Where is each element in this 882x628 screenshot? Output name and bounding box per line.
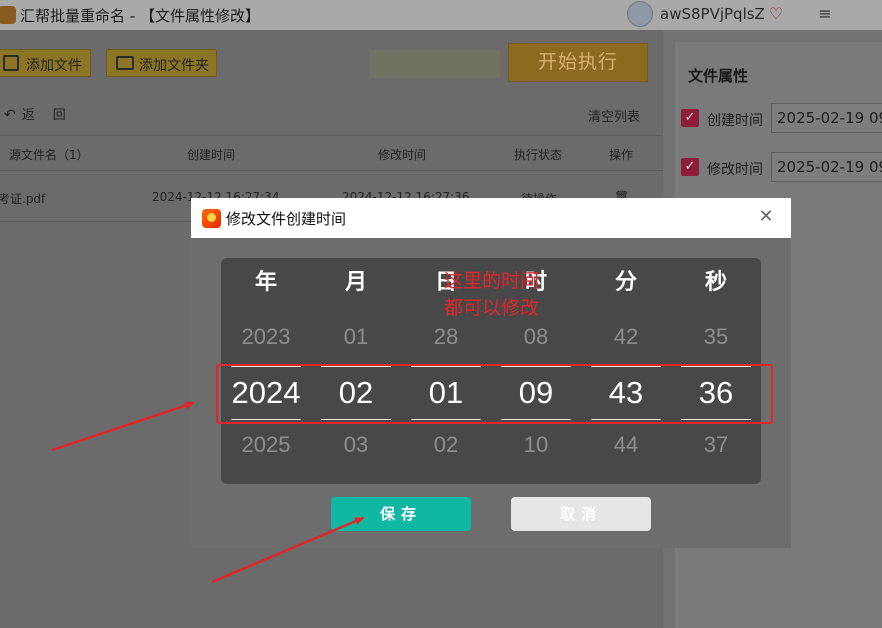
second-next[interactable]: 37 [671, 432, 761, 458]
annotation-note: 这里的时间都可以修改 [444, 270, 540, 319]
file-add-icon [3, 55, 19, 71]
year-header: 年 [254, 270, 277, 295]
add-file-button[interactable]: 添加文件 [0, 49, 91, 77]
app-title: 汇帮批量重命名 - 【文件属性修改】 [20, 7, 260, 25]
modified-time-checkbox[interactable]: ✓ [681, 158, 699, 176]
add-file-label: 添加文件 [26, 58, 82, 74]
hour-prev[interactable]: 08 [491, 324, 581, 350]
minute-header: 分 [614, 270, 637, 295]
title-bar: 汇帮批量重命名 - 【文件属性修改】 awS8PVjPqlsZ ♡ ≡ [0, 0, 882, 30]
created-time-field[interactable]: 2025-02-19 09 [771, 103, 882, 133]
day-next[interactable]: 02 [401, 432, 491, 458]
second-header: 秒 [704, 270, 727, 295]
minute-prev[interactable]: 42 [581, 324, 671, 350]
created-time-checkbox[interactable]: ✓ [681, 109, 699, 127]
dialog-app-icon [202, 209, 221, 228]
year-prev[interactable]: 2023 [221, 324, 311, 350]
back-label: 返 [21, 108, 35, 123]
year-next[interactable]: 2025 [221, 432, 311, 458]
save-button[interactable]: 保存 [331, 497, 471, 531]
dialog-title: 修改文件创建时间 [226, 210, 347, 228]
user-avatar[interactable] [627, 1, 653, 27]
table-header: 源文件名（1） 创建时间 修改时间 执行状态 操作 [0, 135, 663, 171]
highlight-box [216, 364, 773, 424]
user-name[interactable]: awS8PVjPqlsZ [660, 5, 765, 23]
clear-list-button[interactable]: 清空列表 [588, 106, 640, 125]
hint-strip [370, 50, 500, 78]
second-prev[interactable]: 35 [671, 324, 761, 350]
back-arrow-icon: ↶ [4, 107, 16, 123]
hamburger-menu-icon[interactable]: ≡ [818, 5, 832, 23]
hour-next[interactable]: 10 [491, 432, 581, 458]
col-modified[interactable]: 修改时间 [378, 146, 426, 163]
row-file-name: 考证.pdf [0, 192, 46, 206]
col-action[interactable]: 操作 [609, 146, 633, 163]
created-time-label: 创建时间 [707, 113, 763, 129]
col-status[interactable]: 执行状态 [514, 146, 562, 163]
modified-time-field[interactable]: 2025-02-19 09 [771, 152, 882, 182]
dialog-header: 修改文件创建时间 ✕ [191, 198, 791, 238]
add-folder-label: 添加文件夹 [139, 58, 209, 74]
col-created[interactable]: 创建时间 [187, 146, 235, 163]
vip-diamond-icon[interactable]: ♡ [766, 5, 786, 23]
month-next[interactable]: 03 [311, 432, 401, 458]
close-icon[interactable]: ✕ [756, 206, 776, 228]
folder-add-icon [116, 56, 134, 70]
app-logo-icon [0, 6, 16, 24]
minute-next[interactable]: 44 [581, 432, 671, 458]
add-folder-button[interactable]: 添加文件夹 [106, 49, 217, 77]
panel-title: 文件属性 [688, 67, 749, 85]
col-source-name[interactable]: 源文件名（1） [9, 146, 89, 163]
back-button[interactable]: ↶ 返 回 [4, 104, 66, 123]
back-label-2: 回 [52, 108, 66, 123]
month-prev[interactable]: 01 [311, 324, 401, 350]
month-header: 月 [344, 270, 367, 295]
day-prev[interactable]: 28 [401, 324, 491, 350]
modified-time-label: 修改时间 [707, 162, 763, 178]
cancel-button[interactable]: 取消 [511, 497, 651, 531]
start-button[interactable]: 开始执行 [508, 43, 648, 82]
